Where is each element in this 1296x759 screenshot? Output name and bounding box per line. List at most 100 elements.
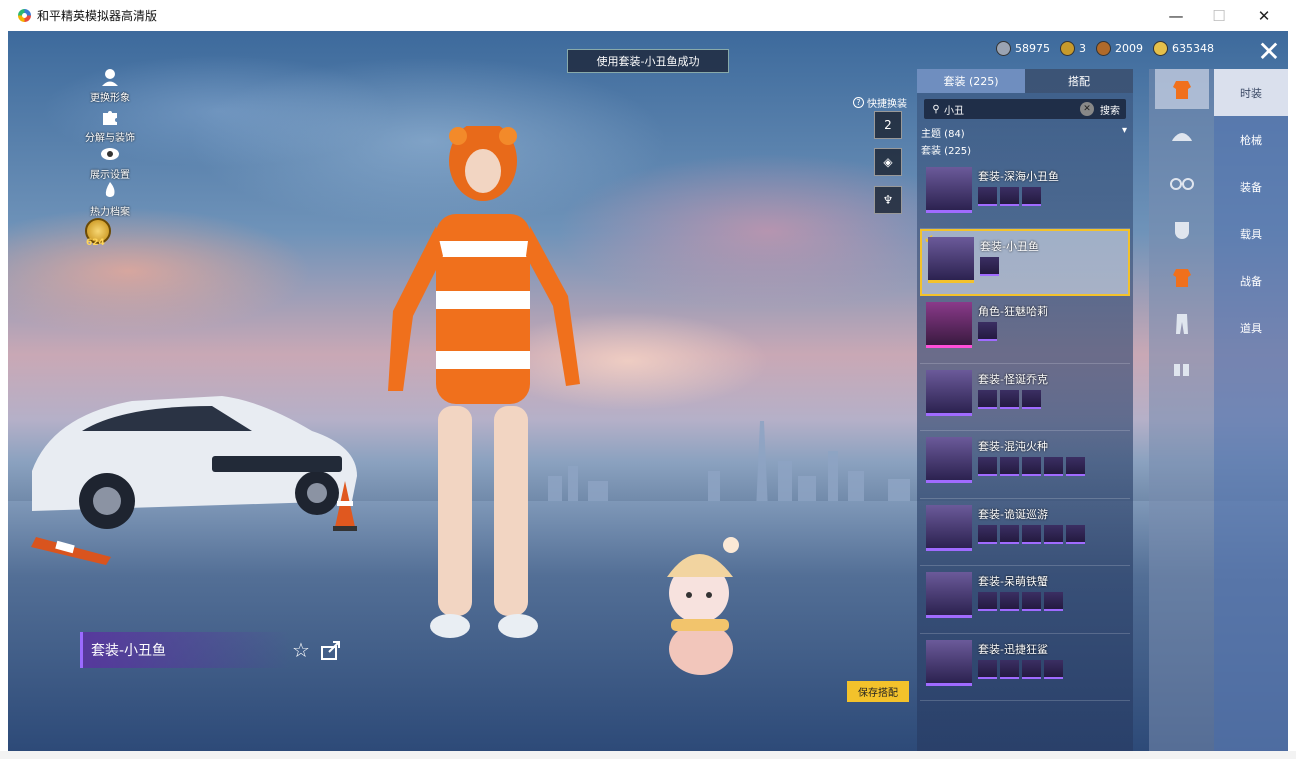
item-icon[interactable] <box>1044 524 1063 544</box>
item-icon[interactable] <box>1000 524 1019 544</box>
item-icon[interactable] <box>1044 659 1063 679</box>
search-button[interactable]: 搜索 <box>1100 102 1120 117</box>
item-icon[interactable] <box>1022 524 1041 544</box>
change-appearance-label: 更换形象 <box>90 93 130 104</box>
theme-filter-dropdown[interactable]: 主题 (84) ▾ <box>921 125 1127 140</box>
category-pants-icon[interactable] <box>1155 304 1209 344</box>
currency-gold[interactable]: 635348 <box>1153 41 1214 56</box>
item-icon[interactable] <box>1000 187 1019 206</box>
suit-list-item[interactable]: 套装-深海小丑鱼 <box>920 161 1130 229</box>
item-icon[interactable] <box>1022 457 1041 476</box>
level-number: 624 <box>86 238 105 248</box>
item-icon[interactable] <box>1044 457 1063 476</box>
item-icon[interactable] <box>1000 457 1019 476</box>
item-icon[interactable] <box>1066 524 1085 544</box>
item-icon[interactable] <box>1022 659 1041 679</box>
badge-icon[interactable]: ♆ <box>874 186 902 214</box>
menu-equipment[interactable]: 装备 <box>1214 163 1288 210</box>
currency-gold-value: 635348 <box>1172 42 1214 55</box>
toast-message: 使用套装-小丑鱼成功 <box>567 49 729 73</box>
suit-item-icons <box>978 322 997 341</box>
category-mask-icon[interactable] <box>1155 210 1209 250</box>
tab-suits[interactable]: 套装 (225) <box>917 69 1025 93</box>
item-icon[interactable] <box>1000 389 1019 409</box>
traffic-cone <box>333 481 357 531</box>
favorite-star-icon[interactable]: ☆ <box>292 639 314 661</box>
fallen-traffic-cone <box>31 537 111 565</box>
search-input[interactable]: ⚲ 小丑 ✕ 搜索 <box>924 99 1126 119</box>
item-icon[interactable] <box>1044 592 1063 611</box>
quick-switch-slot-number: 2 <box>884 118 892 132</box>
save-outfit-button[interactable]: 保存搭配 <box>847 681 909 702</box>
clear-search-icon[interactable]: ✕ <box>1080 102 1094 116</box>
suit-list-item[interactable]: 套装-诡诞巡游 <box>920 499 1130 566</box>
item-icon[interactable] <box>978 457 997 476</box>
menu-props[interactable]: 道具 <box>1214 304 1288 351</box>
item-icon[interactable] <box>1022 592 1041 611</box>
item-icon[interactable] <box>1066 457 1085 476</box>
item-icon[interactable] <box>978 322 997 341</box>
close-icon[interactable]: ✕ <box>1253 38 1285 70</box>
currency-bronze[interactable]: 2009 <box>1096 41 1143 56</box>
suit-name: 套装-混沌火种 <box>978 440 1048 453</box>
suit-list-item-selected[interactable]: ✔ 套装-小丑鱼 <box>920 228 1130 296</box>
minimize-button[interactable]: — <box>1153 0 1199 31</box>
share-icon[interactable] <box>320 639 342 661</box>
item-icon[interactable] <box>978 187 997 206</box>
item-icon[interactable] <box>1000 659 1019 679</box>
main-category-menu: 时装 枪械 装备 载具 战备 道具 <box>1214 69 1288 751</box>
category-top-icon[interactable] <box>1155 257 1209 297</box>
menu-battle-prep[interactable]: 战备 <box>1214 257 1288 304</box>
suit-list-item[interactable]: 角色-狂魅哈莉 <box>920 296 1130 364</box>
heat-profile-label: 热力档案 <box>90 207 130 218</box>
eye-icon <box>101 148 119 160</box>
quick-switch-label[interactable]: ? 快捷换装 <box>853 95 907 110</box>
suit-list-item[interactable]: 套装-呆萌铁蟹 <box>920 566 1130 634</box>
item-icon[interactable] <box>978 659 997 679</box>
theme-filter-label: 主题 (84) <box>921 129 965 140</box>
heat-profile-button[interactable]: 热力档案 <box>70 181 150 218</box>
silver-coin-icon <box>996 41 1011 56</box>
currency-token[interactable]: 3 <box>1060 41 1086 56</box>
suit-list-item[interactable]: 套装-迅捷狂鲨 <box>920 634 1130 701</box>
flame-icon <box>105 182 115 197</box>
item-icon[interactable] <box>978 524 997 544</box>
category-glasses-icon[interactable] <box>1155 163 1209 203</box>
item-icon[interactable] <box>1022 389 1041 409</box>
item-icon[interactable] <box>980 256 999 276</box>
window-close-button[interactable]: ✕ <box>1241 0 1287 31</box>
change-appearance-button[interactable]: 更换形象 <box>70 67 150 104</box>
category-shoes-icon[interactable] <box>1155 351 1209 391</box>
tab-combos[interactable]: 搭配 <box>1025 69 1133 93</box>
category-hat-icon[interactable] <box>1155 116 1209 156</box>
maximize-button[interactable]: ☐ <box>1196 0 1242 31</box>
app-logo-icon <box>18 9 31 22</box>
suit-thumbnail <box>926 504 972 551</box>
app-window: 和平精英模拟器高清版 — ☐ ✕ 更换形象 分解与装饰 展示设置 热力档案 62… <box>0 0 1296 759</box>
currency-silver[interactable]: 58975 <box>996 41 1050 56</box>
help-icon: ? <box>853 97 864 108</box>
item-icon[interactable] <box>978 389 997 409</box>
item-icon[interactable] <box>978 592 997 611</box>
quick-switch-slot-button[interactable]: 2 <box>874 111 902 139</box>
panel-tabs: 套装 (225) 搭配 <box>917 69 1133 93</box>
decompose-decorate-button[interactable]: 分解与装饰 <box>70 107 150 144</box>
suit-name: 角色-狂魅哈莉 <box>978 305 1048 318</box>
menu-vehicles[interactable]: 载具 <box>1214 210 1288 257</box>
menu-fashion[interactable]: 时装 <box>1214 69 1288 116</box>
suit-thumbnail <box>926 437 972 483</box>
gold-coin-icon <box>1153 41 1168 56</box>
player-character <box>388 126 580 638</box>
category-outfit-icon[interactable] <box>1155 69 1209 109</box>
menu-weapons[interactable]: 枪械 <box>1214 116 1288 163</box>
current-outfit-name: 套装-小丑鱼 <box>80 632 290 668</box>
item-icon[interactable] <box>1000 592 1019 611</box>
display-settings-button[interactable]: 展示设置 <box>70 144 150 181</box>
suit-name: 套装-诡诞巡游 <box>978 507 1048 521</box>
suit-list-item[interactable]: 套装-混沌火种 <box>920 431 1130 499</box>
suit-name: 套装-怪诞乔克 <box>978 372 1048 386</box>
item-icon[interactable] <box>1022 187 1041 206</box>
suit-list-item[interactable]: 套装-怪诞乔克 <box>920 364 1130 431</box>
suit-thumbnail <box>926 639 972 686</box>
emblem-icon[interactable]: ◈ <box>874 148 902 176</box>
